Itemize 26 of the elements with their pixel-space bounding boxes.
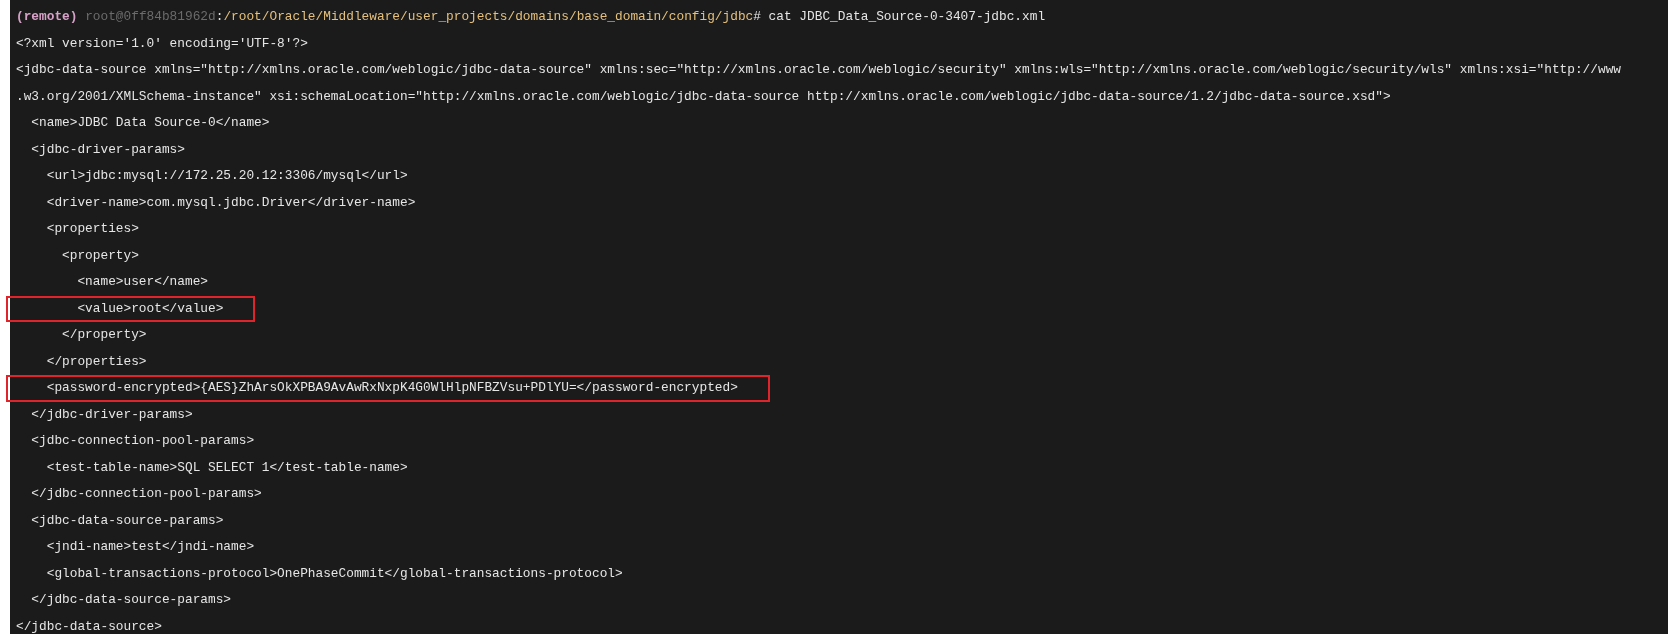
output-line: <name>user</name>	[76, 273, 208, 291]
output-line: <jndi-name>test</jndi-name>	[45, 538, 255, 556]
directory-path: /root/Oracle/Middleware/user_projects/domains/base_domain/config/jdbc	[223, 8, 754, 26]
output-line: <property>	[61, 246, 139, 265]
output-line: <jdbc-data-source xmlns="http://xmlns.oracle.com/weblogic/jdbc-data-source" xmlns:sec="http://xmlns.oracle.com/weblogic/security" xmlns:wls="http://xmlns.oracle.com/weblogic/security/wls" xmlns:xsi="http://www	[16, 61, 1621, 79]
output-line: </jdbc-data-source>	[16, 617, 162, 634]
output-line: <name>JDBC Data Source-0</name>	[30, 114, 270, 132]
output-line: </jdbc-connection-pool-params>	[30, 485, 262, 503]
output-line: <?xml version='1.0' encoding='UTF-8'?>	[16, 34, 308, 53]
output-line: <jdbc-data-source-params>	[30, 511, 224, 530]
remote-label: (remote)	[16, 8, 78, 26]
prompt-separator: :	[215, 8, 224, 26]
output-line: <properties>	[45, 220, 139, 238]
output-line: </jdbc-driver-params>	[30, 405, 193, 424]
output-line: </property>	[61, 326, 147, 344]
output-line: </properties>	[45, 352, 147, 371]
output-line: <driver-name>com.mysql.jdbc.Driver</driver-name>	[45, 193, 416, 212]
output-line: <jdbc-driver-params>	[30, 140, 185, 159]
command-text: # cat JDBC_Data_Source-0-3407-jdbc.xml	[753, 8, 1046, 26]
output-line: <global-transactions-protocol>OnePhaseCommit</global-transactions-protocol>	[45, 564, 623, 583]
output-line: </jdbc-data-source-params>	[30, 591, 232, 609]
output-line: <url>jdbc:mysql://172.25.20.12:3306/mysql</url>	[45, 167, 408, 185]
output-line: .w3.org/2001/XMLSchema-instance" xsi:schemaLocation="http://xmlns.oracle.com/weblogic/jdbc-data-source http://xmlns.oracle.com/weblogic/jdbc-data-source/1.2/jdbc-data-source.xsd">	[16, 87, 1391, 106]
host-name: root@0ff84b81962d	[85, 8, 216, 26]
output-line: <jdbc-connection-pool-params>	[30, 432, 255, 450]
output-line: <test-table-name>SQL SELECT 1</test-table-name>	[45, 458, 408, 477]
